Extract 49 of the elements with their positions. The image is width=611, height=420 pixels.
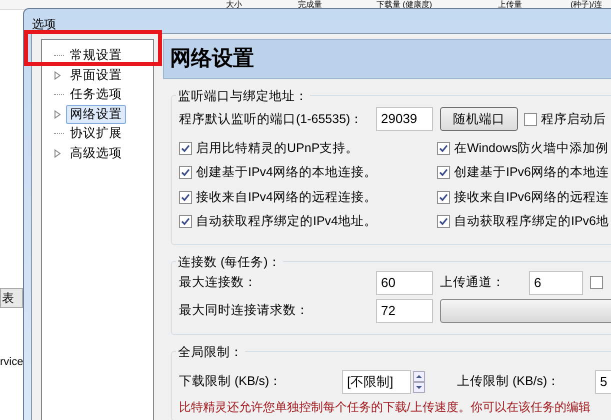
page-heading: 网络设置 bbox=[163, 39, 611, 79]
checkbox-label: 程序启动后 bbox=[541, 110, 606, 128]
checkbox[interactable] bbox=[437, 190, 450, 204]
checkbox-label: 创建基于IPv6网络的本地连 bbox=[454, 164, 610, 182]
group-title: 连接数 (每任务)： bbox=[176, 253, 283, 272]
tree-item[interactable]: 高级选项 bbox=[66, 144, 126, 163]
checkbox[interactable] bbox=[179, 142, 192, 155]
input-field[interactable]: 5 bbox=[595, 370, 611, 394]
tree-item[interactable]: 常规设置 bbox=[66, 46, 126, 66]
field-label: 程序默认监听的端口(1-65535)： bbox=[179, 110, 364, 128]
tree-item[interactable]: 网络设置 bbox=[66, 104, 126, 124]
window-title: 选项 bbox=[31, 16, 57, 33]
tree-item[interactable]: 界面设置 bbox=[66, 66, 126, 85]
checkbox-label: 在Windows防火墙中添加例 bbox=[454, 140, 609, 157]
checkbox[interactable] bbox=[437, 142, 450, 155]
input-field[interactable]: 60 bbox=[376, 270, 433, 294]
note-text: 比特精灵还允许您单独控制每个任务的下载/上传速度。你可以在该任务的编辑 bbox=[179, 399, 592, 416]
input-field[interactable]: [不限制] bbox=[342, 370, 411, 394]
checkbox[interactable] bbox=[437, 166, 450, 180]
checkbox-label: 自动获取程序绑定的IPv6地 bbox=[454, 213, 610, 230]
random-port-button[interactable]: 随机端口 bbox=[440, 107, 518, 131]
input-field[interactable]: 6 bbox=[529, 270, 583, 294]
tab[interactable]: 表 bbox=[0, 288, 23, 308]
checkbox[interactable] bbox=[179, 166, 192, 180]
column-header[interactable]: 完成量 bbox=[250, 0, 330, 9]
field-label: 上传通道： bbox=[440, 274, 506, 292]
button[interactable] bbox=[440, 298, 611, 322]
column-header[interactable]: 大小 bbox=[0, 0, 250, 9]
checkbox-label: 自动获取程序绑定的IPv4地址。 bbox=[196, 213, 378, 230]
field-label: 最大连接数： bbox=[179, 274, 258, 292]
field-label: 最大同时连接请求数： bbox=[179, 302, 310, 320]
column-header[interactable]: 上传量 bbox=[440, 0, 530, 9]
checkbox[interactable] bbox=[524, 112, 537, 126]
field-label: 上传限制 (KB/s)： bbox=[457, 373, 562, 390]
port-field[interactable]: 29039 bbox=[376, 107, 433, 131]
checkbox[interactable] bbox=[437, 215, 450, 228]
checkbox-label: 创建基于IPv4网络的本地连接。 bbox=[196, 164, 378, 182]
spinner-icon[interactable] bbox=[413, 370, 425, 392]
list-text: rvice bbox=[0, 355, 23, 370]
checkbox-label: 接收来自IPv6网络的远程连 bbox=[454, 188, 610, 206]
checkbox-label: 启用比特精灵的UPnP支持。 bbox=[196, 140, 359, 157]
input-field[interactable]: 72 bbox=[376, 298, 433, 322]
tree-item[interactable]: 协议扩展 bbox=[66, 124, 126, 144]
checkbox[interactable] bbox=[590, 276, 603, 289]
checkbox-label: 接收来自IPv4网络的远程连接。 bbox=[196, 188, 378, 206]
checkbox[interactable] bbox=[179, 190, 192, 204]
tree-item[interactable]: 任务选项 bbox=[66, 85, 126, 104]
field-label: 下载限制 (KB/s)： bbox=[179, 373, 284, 390]
checkbox[interactable] bbox=[179, 215, 192, 228]
